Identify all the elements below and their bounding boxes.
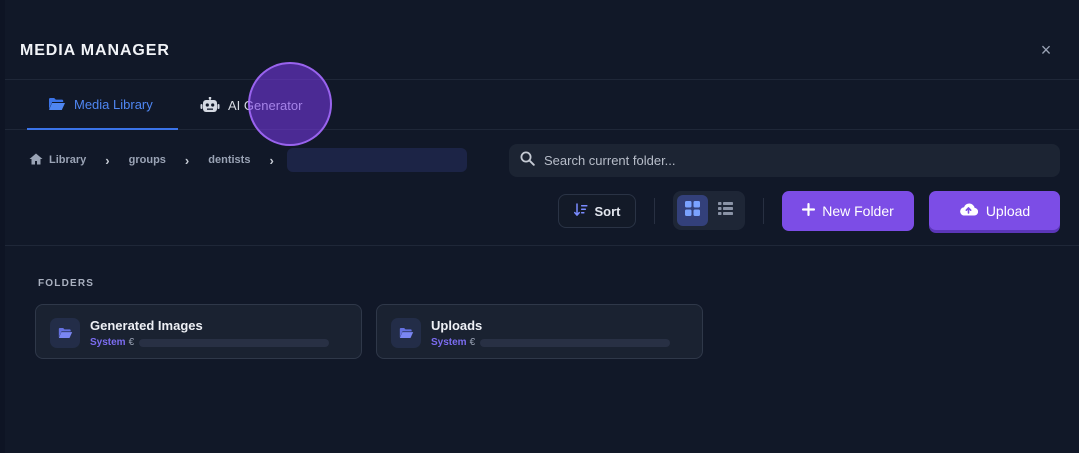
grid-icon — [685, 200, 700, 221]
cloud-upload-icon — [959, 202, 978, 219]
folder-name: Generated Images — [90, 318, 203, 333]
folder-card-uploads[interactable]: Uploads System € — [376, 304, 703, 359]
view-toggle — [673, 191, 745, 230]
folder-meta-redacted — [480, 338, 671, 347]
breadcrumb-separator: › — [184, 152, 190, 168]
new-folder-button[interactable]: New Folder — [782, 191, 914, 231]
breadcrumb-item-library[interactable]: Library — [29, 153, 86, 168]
breadcrumb-item-dentists[interactable]: dentists — [208, 154, 250, 166]
folder-card-generated-images[interactable]: Generated Images System € — [35, 304, 362, 359]
folder-meta-fragment: € — [128, 337, 135, 348]
list-view-button[interactable] — [710, 195, 741, 226]
folder-meta-fragment: € — [469, 337, 476, 348]
modal-header: MEDIA MANAGER × — [5, 0, 1079, 80]
sort-icon — [573, 202, 588, 220]
system-badge: System — [90, 337, 126, 348]
list-icon — [718, 201, 733, 220]
breadcrumb-current-redacted — [286, 148, 467, 172]
breadcrumb-separator: › — [269, 152, 274, 168]
upload-button[interactable]: Upload — [929, 191, 1060, 230]
folder-meta: System € — [90, 337, 330, 348]
search-box — [509, 144, 1060, 177]
search-icon — [520, 151, 535, 171]
toolbar-divider — [654, 198, 655, 224]
sort-button[interactable]: Sort — [558, 194, 636, 228]
tab-ai-generator[interactable]: AI Generator — [200, 80, 302, 130]
close-icon: × — [1040, 40, 1052, 60]
system-badge: System — [431, 337, 467, 348]
folders-section-label: FOLDERS — [38, 278, 95, 289]
breadcrumb: Library › groups › dentists › — [29, 148, 467, 172]
breadcrumb-separator: › — [105, 152, 110, 168]
plus-icon — [802, 203, 816, 219]
media-manager-modal: MEDIA MANAGER × Media Library AI Generat… — [5, 0, 1079, 453]
tab-bar: Media Library AI Generator — [5, 80, 1079, 130]
folder-name: Uploads — [431, 318, 483, 333]
folder-open-icon — [391, 318, 421, 348]
robot-icon — [200, 97, 220, 113]
breadcrumb-item-groups[interactable]: groups — [129, 154, 166, 166]
tab-media-library[interactable]: Media Library — [27, 80, 178, 130]
home-icon — [29, 153, 43, 168]
toolbar-divider — [763, 198, 764, 224]
folder-meta: System € — [431, 337, 671, 348]
tab-label: AI Generator — [228, 97, 303, 113]
search-input[interactable] — [544, 153, 1024, 168]
folder-open-icon — [48, 97, 66, 111]
grid-view-button[interactable] — [677, 195, 708, 226]
toolbar-separator — [5, 245, 1079, 246]
folder-meta-redacted — [139, 338, 330, 347]
modal-title: MEDIA MANAGER — [20, 42, 170, 59]
close-button[interactable]: × — [1037, 40, 1055, 60]
tab-label: Media Library — [74, 96, 153, 112]
folder-open-icon — [50, 318, 80, 348]
